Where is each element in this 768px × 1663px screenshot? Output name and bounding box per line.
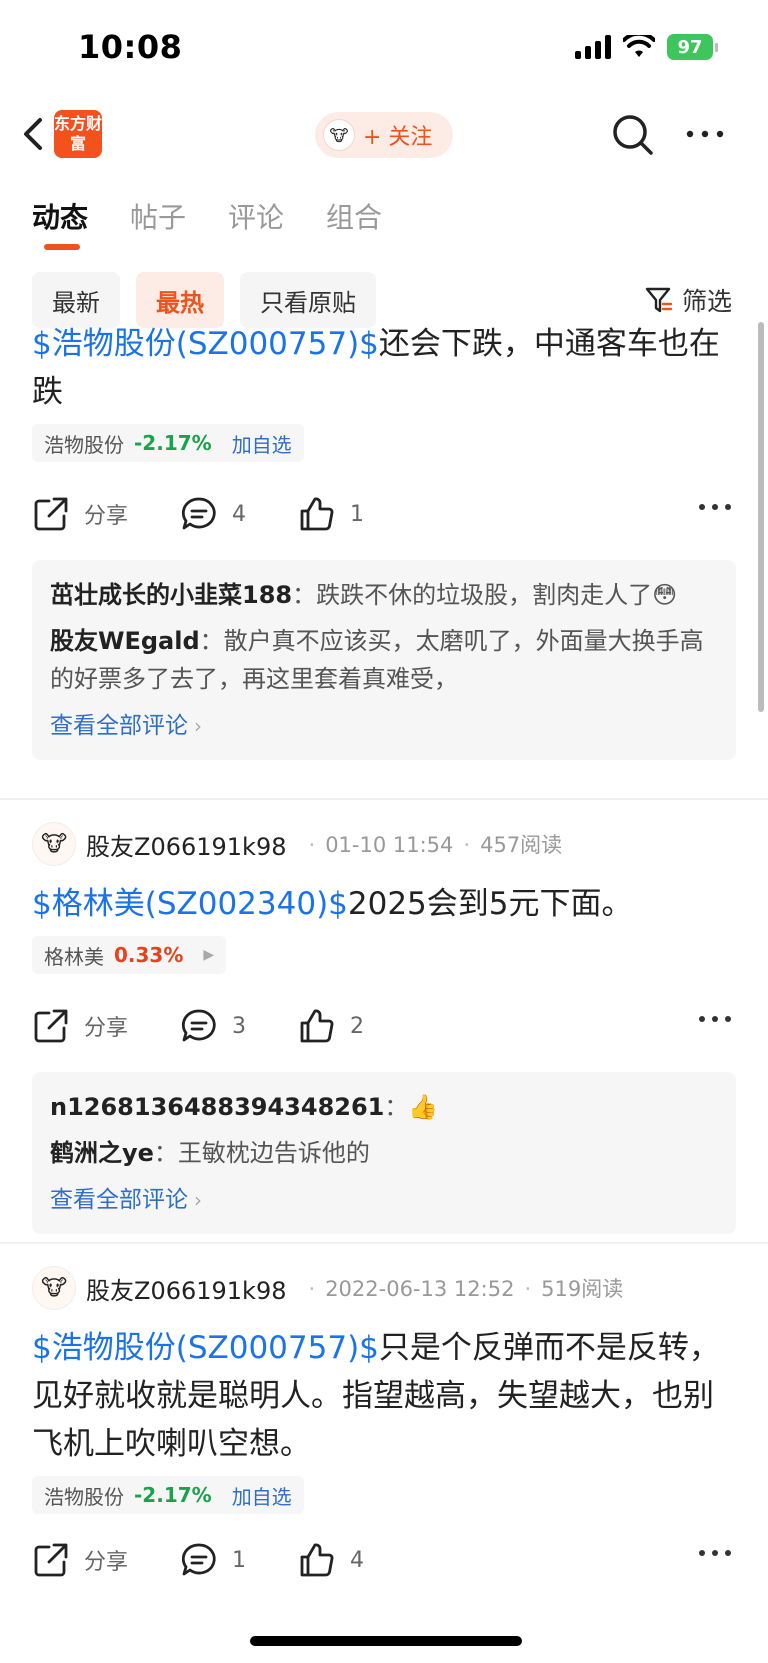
comment-count: 1: [232, 1547, 246, 1573]
chevron-right-icon: ›: [194, 714, 202, 738]
comment-preview: 茁壮成长的小韭菜188：跌跌不休的垃圾股，割肉走人了😳 股友WEgald：散户真…: [32, 560, 736, 760]
battery-icon: 97: [667, 34, 718, 60]
follow-button[interactable]: 🐮 + 关注: [315, 112, 453, 158]
share-icon: [34, 497, 68, 531]
post-divider: [0, 1242, 768, 1244]
post-card[interactable]: 🐮 股友Z066191k98 · 01-10 11:54 · 457阅读 $格林美(S…: [32, 822, 736, 1234]
user-avatar[interactable]: 🐮: [32, 822, 76, 866]
comment-item: 鹤洲之ye：王敏枕边告诉他的: [50, 1139, 370, 1167]
chevron-right-icon: ›: [194, 1188, 202, 1212]
thumbs-up-icon: [300, 1543, 334, 1577]
post-card[interactable]: $浩物股份(SZ000757)$还会下跌，中通客车也在跌 浩物股份 -2.17%…: [32, 320, 736, 760]
see-all-comments-link[interactable]: 查看全部评论 ›: [50, 706, 718, 746]
like-count: 4: [350, 1547, 364, 1573]
post-more-icon[interactable]: [698, 502, 732, 512]
back-arrow-icon[interactable]: [18, 114, 48, 154]
stock-ticker-link[interactable]: $格林美(SZ002340)$: [32, 886, 348, 922]
section-tabs: 动态 帖子 评论 组合: [32, 196, 382, 250]
share-button[interactable]: 分享: [32, 1541, 180, 1579]
add-watchlist-button[interactable]: 加自选: [232, 429, 292, 458]
comment-count: 4: [232, 501, 246, 527]
top-nav-bar: 东方财富 🐮 + 关注: [0, 100, 768, 176]
home-indicator[interactable]: [250, 1636, 522, 1646]
search-icon[interactable]: [610, 112, 656, 158]
thumbs-up-icon: [300, 497, 334, 531]
comment-user[interactable]: n1268136488394348261: [50, 1093, 384, 1121]
like-count: 1: [350, 501, 364, 527]
stock-ticker-link[interactable]: $浩物股份(SZ000757)$: [32, 326, 379, 362]
share-icon: [34, 1543, 68, 1577]
post-card[interactable]: 🐮 股友Z066191k98 · 2022-06-13 12:52 · 519阅读 $…: [32, 1266, 736, 1590]
scrollbar[interactable]: [758, 322, 764, 712]
stock-change: -2.17%: [134, 1483, 212, 1507]
comment-icon: [181, 1543, 216, 1576]
tab-posts[interactable]: 帖子: [130, 196, 186, 236]
stock-tag[interactable]: 浩物股份 -2.17% 加自选: [32, 1476, 304, 1514]
share-button[interactable]: 分享: [32, 495, 180, 533]
post-more-icon[interactable]: [698, 1014, 732, 1024]
status-bar: 10:08 97: [0, 0, 768, 100]
stock-change: 0.33%: [114, 943, 184, 967]
filter-icon: [645, 287, 673, 313]
share-icon: [34, 1009, 68, 1043]
read-count: 519阅读: [541, 1277, 624, 1301]
see-all-comments-link[interactable]: 查看全部评论 ›: [50, 1180, 718, 1220]
comment-button[interactable]: 1: [180, 1541, 298, 1579]
comment-icon: [181, 1009, 216, 1042]
post-actions: 分享 1 4: [32, 1530, 736, 1590]
user-avatar[interactable]: 🐮: [32, 1266, 76, 1310]
post-more-icon[interactable]: [698, 1548, 732, 1558]
comment-button[interactable]: 3: [180, 1007, 298, 1045]
post-meta: 🐮 股友Z066191k98 · 01-10 11:54 · 457阅读: [32, 822, 736, 866]
post-meta: 🐮 股友Z066191k98 · 2022-06-13 12:52 · 519阅读: [32, 1266, 736, 1310]
post-actions: 分享 4 1: [32, 484, 736, 544]
stock-change: -2.17%: [134, 431, 212, 455]
comment-user[interactable]: 股友WEgald: [50, 627, 200, 655]
stock-tag[interactable]: 浩物股份 -2.17% 加自选: [32, 424, 304, 462]
status-icons: 97: [575, 34, 718, 60]
stock-tag[interactable]: 格林美 0.33% ▶: [32, 936, 227, 974]
filter-button[interactable]: 筛选: [644, 282, 732, 318]
comment-count: 3: [232, 1013, 246, 1039]
add-watchlist-button[interactable]: 加自选: [232, 1481, 292, 1510]
play-arrow-icon: ▶: [203, 947, 215, 963]
comment-button[interactable]: 4: [180, 495, 298, 533]
post-text: $浩物股份(SZ000757)$还会下跌，中通客车也在跌: [32, 326, 720, 410]
post-date: 01-10 11:54: [325, 833, 454, 857]
post-divider: [0, 798, 768, 800]
like-button[interactable]: 1: [298, 495, 446, 533]
author-name[interactable]: 股友Z066191k98: [86, 1271, 287, 1306]
tab-dynamic[interactable]: 动态: [32, 196, 88, 250]
comment-item: 股友WEgald：散户真不应该买，太磨叽了，外面量大换手高的好票多了去了，再这里…: [50, 627, 704, 693]
comment-item: 茁壮成长的小韭菜188：跌跌不休的垃圾股，割肉走人了😳: [50, 581, 678, 609]
post-date: 2022-06-13 12:52: [325, 1277, 515, 1301]
stock-avatar-icon: 🐮: [323, 119, 355, 151]
like-button[interactable]: 2: [298, 1007, 446, 1045]
like-button[interactable]: 4: [298, 1541, 446, 1579]
post-text: $浩物股份(SZ000757)$只是个反弹而不是反转，见好就收就是聪明人。指望越…: [32, 1330, 720, 1462]
share-button[interactable]: 分享: [32, 1007, 180, 1045]
thumbs-up-icon: [300, 1009, 334, 1043]
read-count: 457阅读: [480, 833, 563, 857]
comment-icon: [181, 497, 216, 530]
follow-label: + 关注: [363, 125, 433, 150]
filter-label: 筛选: [681, 287, 732, 316]
author-name[interactable]: 股友Z066191k98: [86, 827, 287, 862]
app-logo[interactable]: 东方财富: [54, 110, 102, 158]
cellular-signal-icon: [575, 35, 611, 59]
wifi-icon: [623, 35, 655, 57]
comment-preview: n1268136488394348261：👍 鹤洲之ye：王敏枕边告诉他的 查看…: [32, 1072, 736, 1234]
comment-item: n1268136488394348261：👍: [50, 1093, 439, 1121]
comment-user[interactable]: 茁壮成长的小韭菜188: [50, 581, 292, 609]
stock-ticker-link[interactable]: $浩物股份(SZ000757)$: [32, 1330, 379, 1366]
comment-user[interactable]: 鹤洲之ye: [50, 1139, 154, 1167]
tab-comments[interactable]: 评论: [228, 196, 284, 236]
more-options-icon[interactable]: [682, 122, 728, 146]
post-text: $格林美(SZ002340)$2025会到5元下面。: [32, 886, 633, 922]
status-time: 10:08: [78, 28, 183, 66]
tab-portfolio[interactable]: 组合: [326, 196, 382, 236]
post-actions: 分享 3 2: [32, 996, 736, 1056]
like-count: 2: [350, 1013, 364, 1039]
